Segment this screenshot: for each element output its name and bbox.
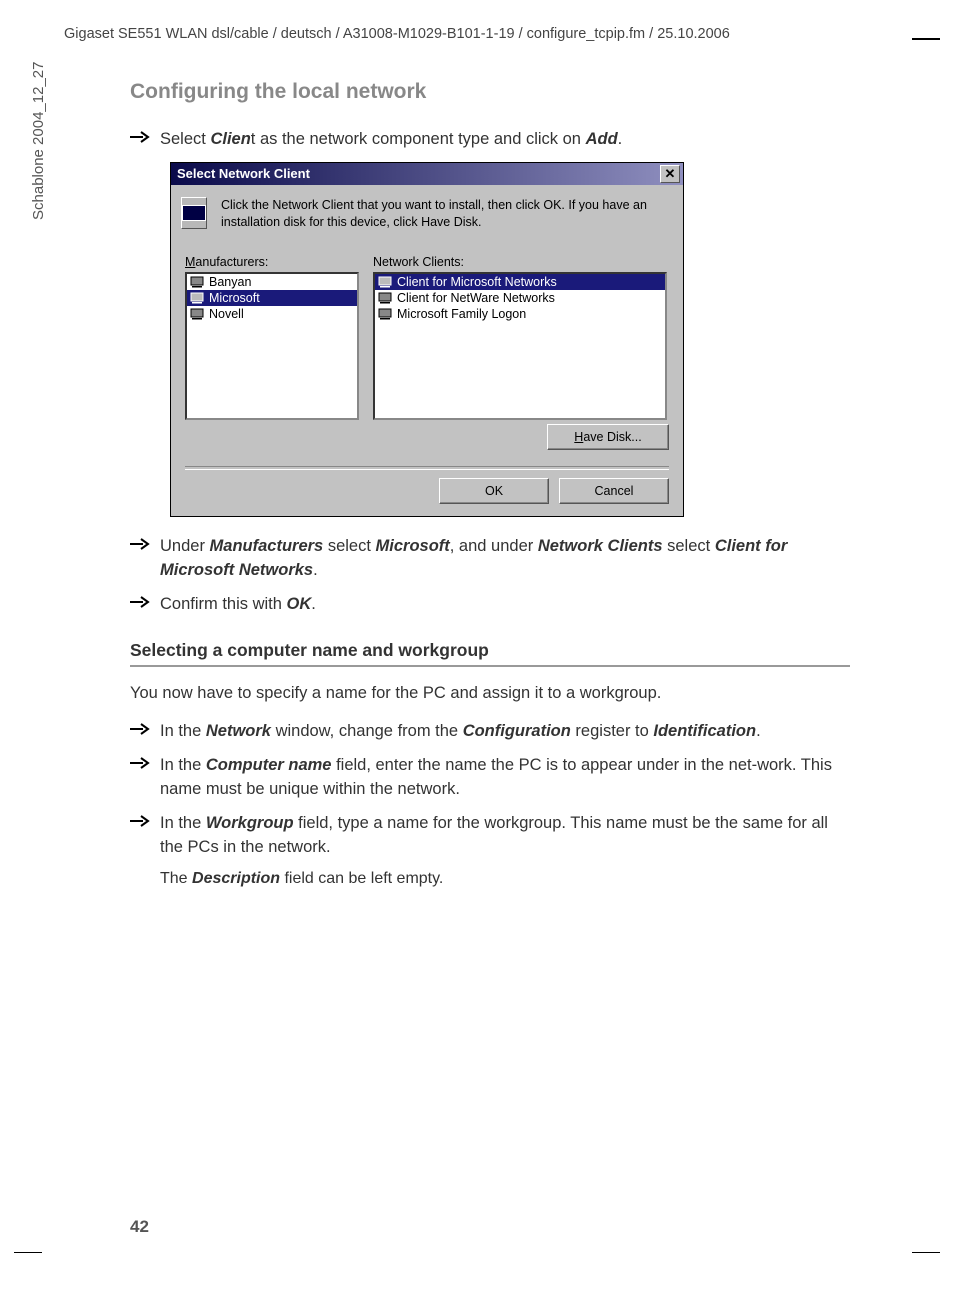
bold-text: Identification (653, 722, 756, 740)
bold-text: Configuration (463, 722, 571, 740)
text: The (160, 870, 192, 887)
step-item: In the Network window, change from the C… (130, 720, 850, 744)
text: window, change from the (271, 722, 463, 740)
crop-mark (912, 1252, 940, 1254)
arrow-icon (130, 754, 160, 769)
arrow-icon (130, 128, 160, 143)
device-icon (377, 307, 393, 321)
page-number: 42 (130, 1217, 149, 1237)
cancel-button[interactable]: Cancel (559, 478, 669, 504)
manufacturers-listbox[interactable]: Banyan Microsoft Novell (185, 272, 359, 420)
dialog-instruction: Click the Network Client that you want t… (221, 197, 669, 231)
have-disk-button[interactable]: Have Disk... (547, 424, 669, 450)
dialog-titlebar[interactable]: Select Network Client ✕ (171, 163, 683, 185)
step-item: In the Workgroup field, type a name for … (130, 812, 850, 860)
text: . (756, 722, 761, 740)
dialog-title: Select Network Client (177, 166, 660, 181)
list-item[interactable]: Banyan (187, 274, 357, 290)
bold-text: Microsoft (376, 537, 450, 555)
text: field can be left empty. (280, 870, 443, 887)
bold-text: Network Clients (538, 537, 663, 555)
text: select (323, 537, 375, 555)
arrow-icon (130, 812, 160, 827)
text: . (311, 595, 316, 613)
device-icon (377, 275, 393, 289)
arrow-icon (130, 593, 160, 608)
step-item: In the Computer name field, enter the na… (130, 754, 850, 802)
bold-text: OK (287, 595, 312, 613)
item-label: Client for Microsoft Networks (397, 275, 557, 289)
list-item[interactable]: Novell (187, 306, 357, 322)
bold-text: Add (586, 130, 618, 148)
text: In the (160, 722, 206, 740)
heading-rule (130, 665, 850, 667)
page-header: Gigaset SE551 WLAN dsl/cable / deutsch /… (64, 26, 884, 42)
bold-text: Clien (210, 130, 250, 148)
list-item[interactable]: Microsoft (187, 290, 357, 306)
list-item[interactable]: Client for Microsoft Networks (375, 274, 665, 290)
list-item[interactable]: Client for NetWare Networks (375, 290, 665, 306)
step-item: Select Client as the network component t… (130, 128, 850, 152)
step-item: Confirm this with OK. (130, 593, 850, 617)
manufacturers-label: Manufacturers: (185, 255, 359, 269)
section-heading: Selecting a computer name and workgroup (130, 640, 850, 661)
bold-text: Workgroup (206, 814, 294, 832)
item-label: Microsoft (209, 291, 260, 305)
close-icon[interactable]: ✕ (660, 165, 680, 183)
text: In the (160, 756, 206, 774)
select-network-client-dialog: Select Network Client ✕ Click the Networ… (170, 162, 684, 517)
bold-text: Network (206, 722, 271, 740)
text: Confirm this with (160, 595, 287, 613)
template-stamp: Schablone 2004_12_27 (30, 62, 47, 220)
paragraph: You now have to specify a name for the P… (130, 681, 850, 706)
text: register to (571, 722, 654, 740)
crop-mark (912, 38, 940, 40)
step-item: Under Manufacturers select Microsoft, an… (130, 535, 850, 583)
device-icon (189, 307, 205, 321)
text: Select (160, 130, 210, 148)
item-label: Banyan (209, 275, 251, 289)
bold-text: Description (192, 870, 280, 887)
separator (185, 466, 669, 470)
text: , and under (450, 537, 538, 555)
text: . (313, 561, 318, 579)
text: t as the network component type and clic… (251, 130, 586, 148)
device-icon (377, 291, 393, 305)
page-title: Configuring the local network (130, 80, 850, 104)
item-label: Microsoft Family Logon (397, 307, 526, 321)
network-clients-listbox[interactable]: Client for Microsoft Networks Client for… (373, 272, 667, 420)
ok-button[interactable]: OK (439, 478, 549, 504)
arrow-icon (130, 720, 160, 735)
network-clients-label: Network Clients: (373, 255, 667, 269)
device-icon (189, 291, 205, 305)
bold-text: Computer name (206, 756, 332, 774)
text: Under (160, 537, 210, 555)
text: select (663, 537, 715, 555)
item-label: Novell (209, 307, 244, 321)
device-icon (189, 275, 205, 289)
text: In the (160, 814, 206, 832)
computer-icon (181, 197, 207, 229)
list-item[interactable]: Microsoft Family Logon (375, 306, 665, 322)
arrow-icon (130, 535, 160, 550)
crop-mark (14, 1252, 42, 1254)
bold-text: Manufacturers (210, 537, 324, 555)
paragraph: The Description field can be left empty. (130, 870, 850, 888)
text: . (618, 130, 623, 148)
item-label: Client for NetWare Networks (397, 291, 555, 305)
